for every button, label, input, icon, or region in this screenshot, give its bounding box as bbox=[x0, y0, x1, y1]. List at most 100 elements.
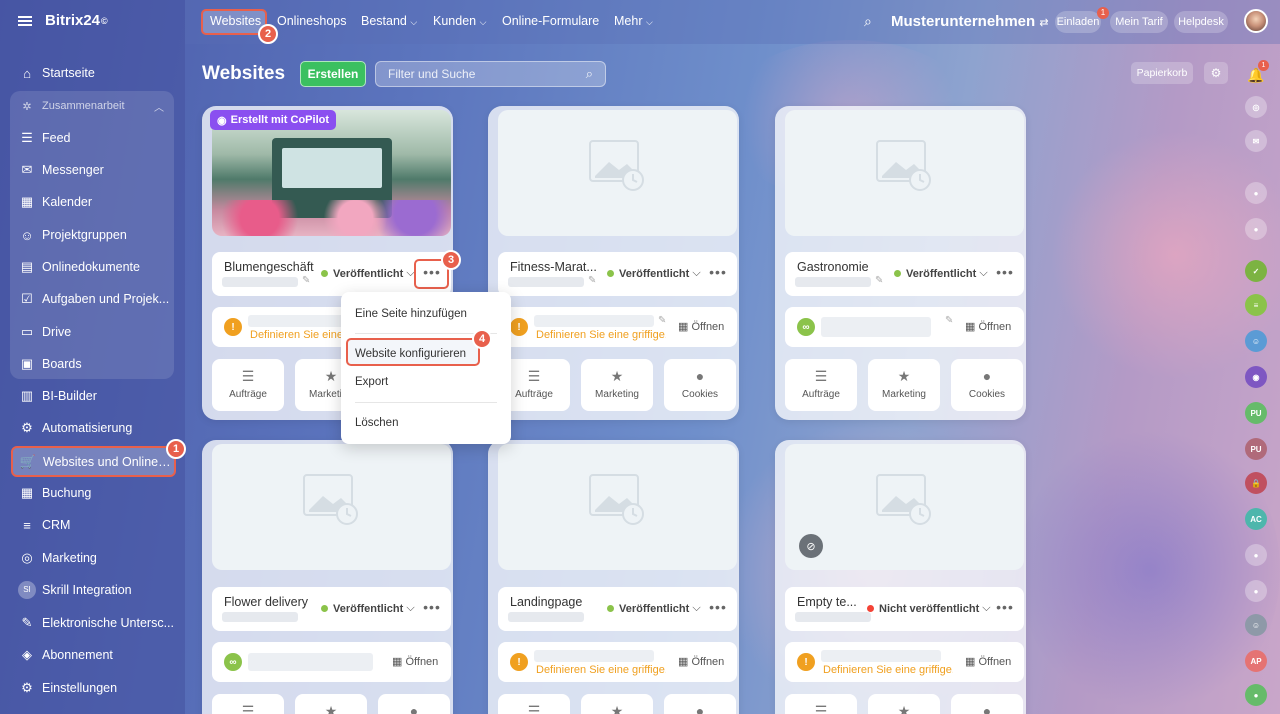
sidebar-item-marketing[interactable]: ◎ Marketing bbox=[12, 544, 174, 572]
user-avatar[interactable] bbox=[1244, 9, 1268, 33]
more-options-button[interactable]: ••• bbox=[992, 262, 1018, 284]
helpdesk-button[interactable]: Helpdesk bbox=[1174, 11, 1228, 33]
status-dropdown[interactable]: Veröffentlicht ⌵ bbox=[894, 267, 988, 280]
sidebar-item-websites[interactable]: 🛒 Websites und Onlines... bbox=[11, 446, 176, 477]
tab-online-forms[interactable]: Online-Formulare bbox=[502, 14, 599, 28]
lock-icon[interactable]: 🔒 bbox=[1245, 472, 1267, 494]
user-avatar-small[interactable]: ● bbox=[1245, 580, 1267, 602]
tab-websites[interactable]: Websites bbox=[210, 14, 261, 28]
chevron-up-icon[interactable]: ︿ bbox=[154, 99, 164, 114]
user-avatar-small[interactable]: ● bbox=[1245, 684, 1267, 706]
site-thumbnail[interactable] bbox=[785, 110, 1024, 236]
menu-item-add-page[interactable]: Eine Seite hinzufügen bbox=[355, 308, 467, 320]
copilot-icon[interactable]: ◎ bbox=[1245, 96, 1267, 118]
status-dropdown[interactable]: Veröffentlicht ⌵ bbox=[607, 267, 701, 280]
marketing-tile[interactable]: ★ Marketing bbox=[868, 359, 940, 411]
site-name[interactable]: Gastronomie bbox=[797, 260, 869, 274]
define-domain-hint[interactable]: Definieren Sie eine bbox=[250, 329, 343, 341]
user-initials-avatar[interactable]: AC bbox=[1245, 508, 1267, 530]
site-thumbnail[interactable]: ⊘ bbox=[785, 444, 1024, 570]
orders-tile[interactable]: ☰ bbox=[212, 694, 284, 714]
tab-kunden[interactable]: Kunden ⌵ bbox=[433, 14, 486, 28]
sidebar-item-crm[interactable]: ≡ CRM bbox=[12, 511, 174, 539]
sidebar-item-subscription[interactable]: ◈ Abonnement bbox=[12, 641, 174, 669]
site-thumbnail[interactable] bbox=[498, 110, 737, 236]
sidebar-item-settings[interactable]: ⚙ Einstellungen bbox=[12, 674, 174, 702]
sidebar-item-skrill[interactable]: SI Skrill Integration bbox=[12, 576, 174, 604]
sidebar-item-esign[interactable]: ✎ Elektronische Untersc... bbox=[12, 609, 174, 637]
group-icon[interactable]: ☺ bbox=[1245, 614, 1267, 636]
menu-item-export[interactable]: Export bbox=[355, 376, 388, 388]
user-avatar-small[interactable]: ● bbox=[1245, 218, 1267, 240]
site-name[interactable]: Landingpage bbox=[510, 595, 582, 609]
more-options-button[interactable]: ••• bbox=[419, 597, 445, 619]
more-options-button[interactable]: ••• bbox=[705, 597, 731, 619]
group-chat-icon[interactable]: ☺ bbox=[1245, 330, 1267, 352]
app-logo[interactable]: Bitrix24 © bbox=[18, 12, 108, 29]
sidebar-item-tasks[interactable]: ☑ Aufgaben und Projek... bbox=[12, 285, 174, 313]
cookies-tile[interactable]: ● bbox=[378, 694, 450, 714]
status-dropdown[interactable]: Veröffentlicht ⌵ bbox=[321, 267, 415, 280]
site-name[interactable]: Flower delivery bbox=[224, 595, 308, 609]
tab-onlineshops[interactable]: Onlineshops bbox=[277, 14, 347, 28]
site-name[interactable]: Fitness-Marat... bbox=[510, 260, 597, 274]
tab-bestand[interactable]: Bestand ⌵ bbox=[361, 14, 417, 28]
pencil-icon[interactable]: ✎ bbox=[588, 275, 596, 286]
marketing-tile[interactable]: ★ bbox=[295, 694, 367, 714]
search-input[interactable]: Filter und Suche ⌕ bbox=[375, 61, 606, 87]
sidebar-item-boards[interactable]: ▣ Boards bbox=[12, 350, 174, 378]
task-icon[interactable]: ✓ bbox=[1245, 260, 1267, 282]
open-site-button[interactable]: ▦ Öffnen bbox=[678, 320, 724, 333]
sidebar-item-booking[interactable]: ▦ Buchung bbox=[12, 479, 174, 507]
sidebar-item-documents[interactable]: ▤ Onlinedokumente bbox=[12, 253, 174, 281]
sidebar-item-startseite[interactable]: ⌂ Startseite bbox=[12, 59, 174, 87]
site-name[interactable]: Empty te... bbox=[797, 595, 857, 609]
cookies-tile[interactable]: ● bbox=[664, 694, 736, 714]
sidebar-item-calendar[interactable]: ▦ Kalender bbox=[12, 188, 174, 216]
pencil-icon[interactable]: ✎ bbox=[658, 315, 666, 326]
status-dropdown[interactable]: Veröffentlicht ⌵ bbox=[607, 602, 701, 615]
orders-tile[interactable]: ☰ Aufträge bbox=[212, 359, 284, 411]
status-dropdown[interactable]: Veröffentlicht ⌵ bbox=[321, 602, 415, 615]
trash-button[interactable]: Papierkorb bbox=[1131, 62, 1193, 84]
more-options-button[interactable]: ••• bbox=[992, 597, 1018, 619]
sidebar-item-automation[interactable]: ⚙ Automatisierung bbox=[12, 414, 174, 442]
company-name[interactable]: Musterunternehmen ⇄ bbox=[891, 13, 1049, 30]
pencil-icon[interactable]: ✎ bbox=[945, 315, 953, 326]
more-options-button[interactable]: ••• bbox=[705, 262, 731, 284]
user-avatar-small[interactable]: ● bbox=[1245, 544, 1267, 566]
orders-tile[interactable]: ☰ Aufträge bbox=[785, 359, 857, 411]
cookies-tile[interactable]: ● Cookies bbox=[664, 359, 736, 411]
menu-item-delete[interactable]: Löschen bbox=[355, 417, 398, 429]
marketing-tile[interactable]: ★ bbox=[868, 694, 940, 714]
site-thumbnail[interactable] bbox=[498, 444, 737, 570]
list-icon[interactable]: ≡ bbox=[1245, 294, 1267, 316]
site-thumbnail[interactable] bbox=[212, 444, 451, 570]
define-domain-hint[interactable]: Definieren Sie eine griffige... bbox=[536, 329, 666, 341]
site-name[interactable]: Blumengeschäft bbox=[224, 260, 314, 274]
sidebar-item-messenger[interactable]: ✉ Messenger bbox=[12, 156, 174, 184]
sidebar-item-bi-builder[interactable]: ▥ BI-Builder bbox=[12, 382, 174, 410]
sidebar-item-workgroups[interactable]: ☺ Projektgruppen bbox=[12, 221, 174, 249]
create-button[interactable]: Erstellen bbox=[300, 61, 366, 87]
pencil-icon[interactable]: ✎ bbox=[875, 275, 883, 286]
open-site-button[interactable]: ▦ Öffnen bbox=[965, 655, 1011, 668]
open-site-button[interactable]: ▦ Öffnen bbox=[965, 320, 1011, 333]
sidebar-item-feed[interactable]: ☰ Feed bbox=[12, 124, 174, 152]
marketing-tile[interactable]: ★ bbox=[581, 694, 653, 714]
marketing-tile[interactable]: ★ Marketing bbox=[581, 359, 653, 411]
orders-tile[interactable]: ☰ bbox=[498, 694, 570, 714]
copilot-chat-icon[interactable]: ◉ bbox=[1245, 366, 1267, 388]
sidebar-group-header[interactable]: ✲ Zusammenarbeit ︿ bbox=[12, 95, 170, 117]
open-site-button[interactable]: ▦ Öffnen bbox=[678, 655, 724, 668]
pencil-icon[interactable]: ✎ bbox=[302, 275, 310, 286]
cookies-tile[interactable]: ● bbox=[951, 694, 1023, 714]
settings-gear-button[interactable]: ⚙ bbox=[1204, 62, 1228, 84]
open-site-button[interactable]: ▦ Öffnen bbox=[392, 655, 438, 668]
menu-icon[interactable] bbox=[18, 15, 32, 26]
search-icon[interactable]: ⌕ bbox=[864, 13, 872, 30]
menu-item-configure-site[interactable]: Website konfigurieren bbox=[355, 348, 466, 360]
orders-tile[interactable]: ☰ bbox=[785, 694, 857, 714]
user-initials-avatar[interactable]: PU bbox=[1245, 402, 1267, 424]
user-initials-avatar[interactable]: PU bbox=[1245, 438, 1267, 460]
